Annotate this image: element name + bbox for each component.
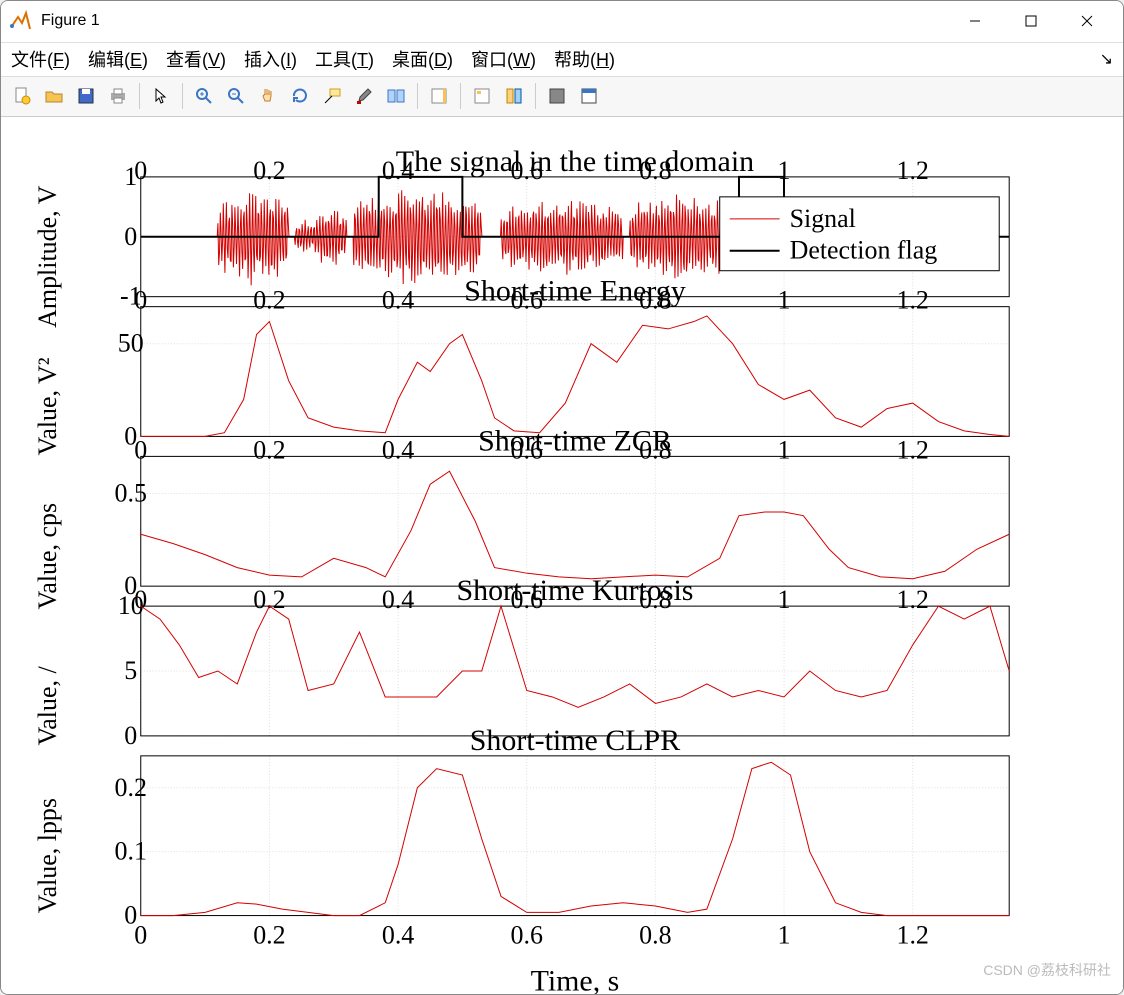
svg-text:0.4: 0.4 <box>382 585 414 614</box>
svg-text:0.2: 0.2 <box>253 585 285 614</box>
hide-plot-button[interactable] <box>542 81 572 111</box>
save-button[interactable] <box>71 81 101 111</box>
menu-bar: 文件(F) 编辑(E) 查看(V) 插入(I) 工具(T) 桌面(D) 窗口(W… <box>1 43 1123 77</box>
svg-text:0: 0 <box>124 221 137 250</box>
print-button[interactable] <box>103 81 133 111</box>
menu-window[interactable]: 窗口(W) <box>471 46 536 72</box>
show-plot-button[interactable] <box>574 81 604 111</box>
toolbar <box>1 77 1123 117</box>
figure-window: Figure 1 文件(F) 编辑(E) 查看(V) 插入(I) 工具(T) 桌… <box>0 0 1124 995</box>
dock-icon[interactable]: ↘ <box>1100 49 1113 69</box>
svg-text:0.4: 0.4 <box>382 285 414 314</box>
svg-text:0.2: 0.2 <box>253 285 285 314</box>
svg-text:Value, lpps: Value, lpps <box>33 798 62 913</box>
menu-file[interactable]: 文件(F) <box>11 46 70 72</box>
zoom-in-button[interactable] <box>189 81 219 111</box>
menu-edit[interactable]: 编辑(E) <box>88 46 148 72</box>
svg-text:1: 1 <box>778 435 791 464</box>
svg-text:50: 50 <box>118 328 144 357</box>
svg-text:Short-time Energy: Short-time Energy <box>464 274 685 307</box>
plot-area[interactable]: -10100.20.40.60.811.2The signal in the t… <box>1 117 1123 994</box>
svg-text:0.2: 0.2 <box>253 435 285 464</box>
window-controls <box>947 1 1115 41</box>
link-button[interactable] <box>381 81 411 111</box>
svg-text:1.2: 1.2 <box>896 435 928 464</box>
link-axes-button[interactable] <box>499 81 529 111</box>
svg-text:0: 0 <box>134 435 147 464</box>
svg-text:The signal in the time domain: The signal in the time domain <box>396 144 754 177</box>
close-button[interactable] <box>1059 1 1115 41</box>
svg-text:0: 0 <box>134 155 147 184</box>
svg-text:1: 1 <box>778 585 791 614</box>
menu-desktop[interactable]: 桌面(D) <box>392 46 453 72</box>
svg-text:Value, cps: Value, cps <box>33 502 62 609</box>
data-cursor-button[interactable] <box>317 81 347 111</box>
pan-button[interactable] <box>253 81 283 111</box>
svg-text:0: 0 <box>134 920 147 949</box>
menu-help[interactable]: 帮助(H) <box>554 46 615 72</box>
svg-text:Short-time Kurtosis: Short-time Kurtosis <box>456 574 693 607</box>
window-title: Figure 1 <box>41 12 947 30</box>
svg-text:0.2: 0.2 <box>115 772 147 801</box>
svg-text:Time, s: Time, s <box>531 964 620 994</box>
svg-text:0.4: 0.4 <box>382 435 414 464</box>
svg-text:Value, V²: Value, V² <box>33 357 62 455</box>
watermark: CSDN @荔枝科研社 <box>983 960 1111 980</box>
rotate-button[interactable] <box>285 81 315 111</box>
svg-text:Detection flag: Detection flag <box>790 235 938 264</box>
svg-text:0.2: 0.2 <box>253 155 285 184</box>
svg-text:Value, /: Value, / <box>33 665 62 745</box>
svg-text:Short-time ZCR: Short-time ZCR <box>478 424 672 457</box>
menu-tools[interactable]: 工具(T) <box>315 46 374 72</box>
pointer-button[interactable] <box>146 81 176 111</box>
maximize-button[interactable] <box>1003 1 1059 41</box>
svg-text:1.2: 1.2 <box>896 155 928 184</box>
svg-text:1.2: 1.2 <box>896 585 928 614</box>
svg-text:0: 0 <box>124 720 137 749</box>
svg-text:5: 5 <box>124 656 137 685</box>
minimize-button[interactable] <box>947 1 1003 41</box>
open-button[interactable] <box>39 81 69 111</box>
svg-text:1: 1 <box>778 920 791 949</box>
svg-text:Signal: Signal <box>790 203 856 232</box>
brush-button[interactable] <box>349 81 379 111</box>
svg-text:Short-time CLPR: Short-time CLPR <box>470 723 680 756</box>
svg-text:0.8: 0.8 <box>639 920 671 949</box>
menu-insert[interactable]: 插入(I) <box>244 46 297 72</box>
svg-text:1: 1 <box>778 285 791 314</box>
zoom-out-button[interactable] <box>221 81 251 111</box>
insert-legend-button[interactable] <box>467 81 497 111</box>
svg-text:0.2: 0.2 <box>253 920 285 949</box>
svg-text:Amplitude, V: Amplitude, V <box>33 185 62 327</box>
new-file-button[interactable] <box>7 81 37 111</box>
matlab-icon <box>9 9 33 33</box>
menu-view[interactable]: 查看(V) <box>166 46 226 72</box>
svg-text:0: 0 <box>134 285 147 314</box>
svg-text:0.4: 0.4 <box>382 920 414 949</box>
colorbar-button[interactable] <box>424 81 454 111</box>
svg-text:1.2: 1.2 <box>896 920 928 949</box>
svg-text:0.5: 0.5 <box>115 478 147 507</box>
title-bar[interactable]: Figure 1 <box>1 1 1123 43</box>
svg-text:0.6: 0.6 <box>511 920 543 949</box>
svg-text:0.1: 0.1 <box>115 836 147 865</box>
svg-text:1.2: 1.2 <box>896 285 928 314</box>
